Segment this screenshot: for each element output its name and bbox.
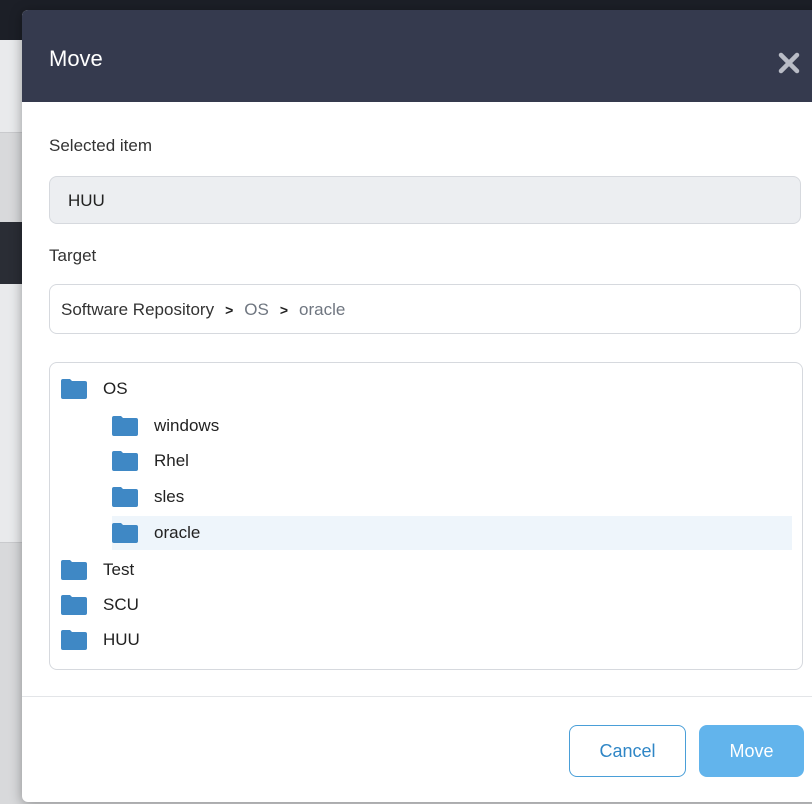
folder-icon xyxy=(61,379,87,399)
dialog-title: Move xyxy=(49,46,103,71)
target-breadcrumb: Software Repository > OS > oracle xyxy=(49,284,801,334)
tree-item-os[interactable]: OS xyxy=(61,372,661,406)
tree-item-oracle[interactable]: oracle xyxy=(112,516,792,550)
selected-item-field: HUU xyxy=(49,176,801,224)
background-strip xyxy=(0,40,22,133)
tree-item-sles[interactable]: sles xyxy=(112,480,712,514)
breadcrumb-item[interactable]: Software Repository xyxy=(61,300,214,320)
background-strip xyxy=(0,284,22,347)
tree-item-label: HUU xyxy=(103,630,140,649)
folder-icon xyxy=(61,595,87,615)
tree-item-label: Rhel xyxy=(154,451,189,470)
tree-item-test[interactable]: Test xyxy=(61,553,661,587)
background-strip xyxy=(0,410,22,479)
tree-item-scu[interactable]: SCU xyxy=(61,588,661,622)
target-label: Target xyxy=(49,246,97,265)
breadcrumb-separator: > xyxy=(225,302,234,318)
folder-icon xyxy=(61,630,87,650)
tree-item-label: windows xyxy=(154,416,220,435)
folder-tree: OS windows Rhel sles oracle Test SCU HUU xyxy=(49,362,803,670)
background-strip xyxy=(0,346,22,411)
cancel-button[interactable]: Cancel xyxy=(569,725,686,777)
tree-item-label: SCU xyxy=(103,595,139,614)
footer-divider xyxy=(22,696,812,697)
breadcrumb: Software Repository > OS > oracle xyxy=(61,300,345,320)
move-dialog: Move Selected item HUU Target Software R… xyxy=(22,10,812,802)
tree-item-huu[interactable]: HUU xyxy=(61,623,661,657)
tree-item-rhel[interactable]: Rhel xyxy=(112,444,712,478)
folder-icon xyxy=(61,560,87,580)
dialog-header: Move xyxy=(22,10,812,102)
move-button[interactable]: Move xyxy=(699,725,804,777)
breadcrumb-item[interactable]: oracle xyxy=(299,300,345,320)
tree-item-label: sles xyxy=(154,487,185,506)
close-icon[interactable] xyxy=(778,52,800,74)
folder-icon xyxy=(112,416,138,436)
tree-item-label: Test xyxy=(103,560,135,579)
tree-item-label: oracle xyxy=(154,523,201,542)
selected-item-label: Selected item xyxy=(49,136,152,155)
background-dark-strip xyxy=(0,222,22,284)
selected-item-value: HUU xyxy=(68,191,105,210)
breadcrumb-separator: > xyxy=(279,302,289,318)
folder-icon xyxy=(112,451,138,471)
breadcrumb-item[interactable]: OS xyxy=(244,300,269,320)
tree-item-windows[interactable]: windows xyxy=(112,409,712,443)
folder-icon xyxy=(112,523,138,543)
folder-icon xyxy=(112,487,138,507)
background-strip xyxy=(0,478,22,543)
tree-item-label: OS xyxy=(103,379,128,398)
